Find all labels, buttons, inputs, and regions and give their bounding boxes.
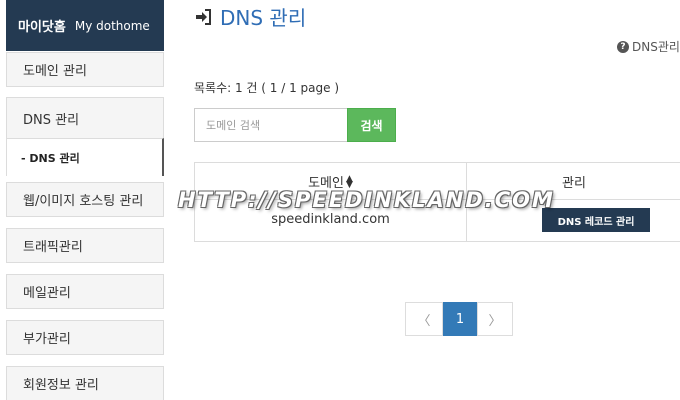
column-header-manage: 관리 [562, 176, 586, 191]
help-link-label: DNS관리 [632, 40, 680, 54]
column-header-domain[interactable]: 도메인 ▲ ▼ [195, 163, 467, 200]
column-header-label: 도메인 [308, 176, 344, 191]
list-count: 목록수: 1 건 ( 1 / 1 page ) [194, 81, 340, 95]
sidebar-subitem-label: - DNS 관리 [21, 151, 80, 165]
help-link[interactable]: ? DNS관리 [617, 38, 680, 55]
sidebar: 마이닷홈 My dothome 도메인 관리 DNS 관리 - DNS 관리 웹… [6, 0, 164, 400]
sidebar-header-subtitle: My dothome [74, 18, 150, 33]
sidebar-header-title: 마이닷홈 [18, 20, 66, 35]
table-header-row: 도메인 ▲ ▼ 관리 [195, 163, 680, 200]
domain-table: 도메인 ▲ ▼ 관리 speedinkland.com DNS 레코드 관리 [194, 162, 680, 242]
sidebar-item-label: 메일관리 [23, 286, 71, 301]
sidebar-item-label: 회원정보 관리 [23, 378, 99, 393]
table-cell-domain: speedinkland.com [195, 200, 467, 242]
sidebar-subitem-dns[interactable]: - DNS 관리 [7, 138, 164, 176]
sidebar-header[interactable]: 마이닷홈 My dothome [6, 0, 164, 51]
sidebar-item-dns[interactable]: DNS 관리 [7, 98, 163, 138]
sidebar-item-domain[interactable]: 도메인 관리 [6, 52, 164, 87]
sidebar-item-extra[interactable]: 부가관리 [6, 320, 164, 355]
page-current-button[interactable]: 1 [443, 302, 477, 336]
table-cell-manage: DNS 레코드 관리 [467, 200, 680, 242]
sidebar-item-member[interactable]: 회원정보 관리 [6, 366, 164, 400]
sidebar-item-mail[interactable]: 메일관리 [6, 274, 164, 309]
search-button[interactable]: 검색 [347, 108, 396, 142]
domain-search-input[interactable] [194, 108, 347, 142]
page-title-text: DNS 관리 [220, 6, 307, 30]
question-icon: ? [617, 40, 629, 53]
sidebar-item-label: 도메인 관리 [23, 64, 87, 79]
dns-record-manage-button[interactable]: DNS 레코드 관리 [542, 208, 650, 232]
sign-in-icon [196, 8, 211, 25]
sidebar-item-traffic[interactable]: 트래픽관리 [6, 228, 164, 263]
sidebar-item-label: 부가관리 [23, 332, 71, 347]
sidebar-item-label: 웹/이미지 호스팅 관리 [23, 194, 144, 209]
page-prev-button[interactable]: 〈 [405, 302, 443, 336]
sidebar-group-dns: DNS 관리 - DNS 관리 [6, 97, 164, 176]
page-title: DNS 관리 [194, 2, 306, 31]
sidebar-item-label: DNS 관리 [23, 112, 80, 128]
sort-icon: ▲ ▼ [345, 173, 353, 190]
sidebar-item-hosting[interactable]: 웹/이미지 호스팅 관리 [6, 182, 164, 217]
sidebar-item-label: 트래픽관리 [23, 240, 83, 255]
pagination: 〈 1 〉 [405, 302, 513, 336]
page-next-button[interactable]: 〉 [477, 302, 513, 336]
